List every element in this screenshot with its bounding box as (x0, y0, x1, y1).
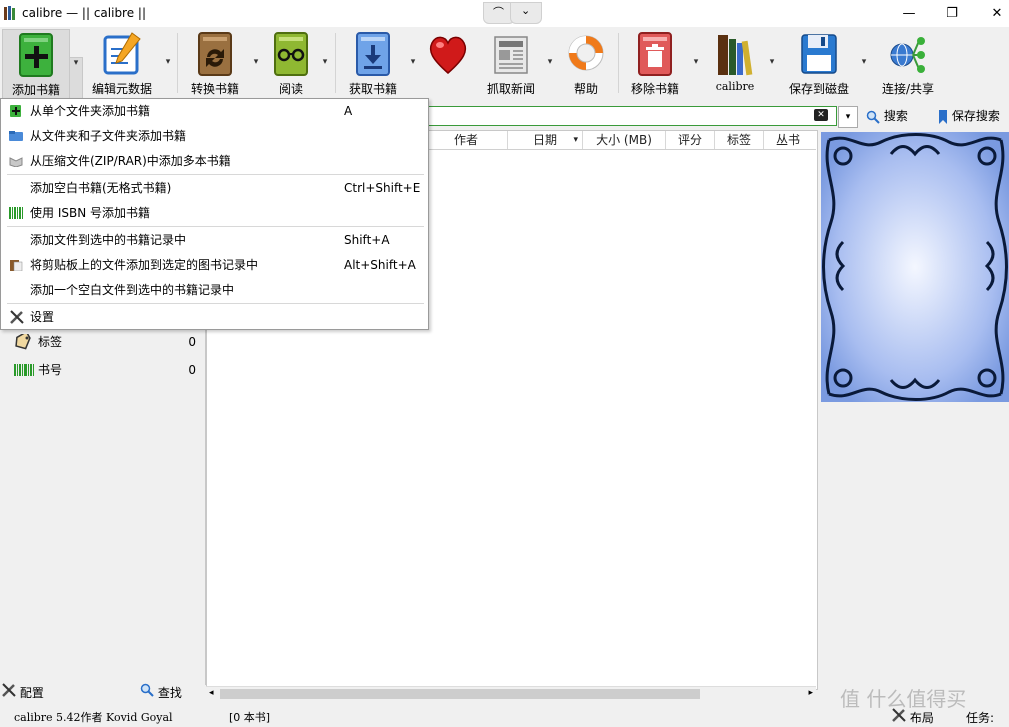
help-button[interactable]: 帮助 (560, 29, 612, 97)
get-books-button[interactable]: 获取书籍 (342, 29, 404, 97)
menu-item-settings[interactable]: 设置 (1, 305, 428, 329)
menu-item-add-by-isbn[interactable]: 使用 ISBN 号添加书籍 (1, 201, 428, 225)
menu-item-add-empty-book[interactable]: 添加空白书籍(无格式书籍) Ctrl+Shift+E (1, 176, 428, 200)
quick-access-right[interactable]: ⌄ (510, 2, 542, 24)
get-books-icon (356, 32, 390, 76)
column-header-size[interactable]: 大小 (MB) (583, 131, 666, 149)
menu-item-add-from-archive[interactable]: 从压缩文件(ZIP/RAR)中添加多本书籍 (1, 149, 428, 173)
minimize-button[interactable]: — (886, 0, 932, 27)
connect-share-icon (890, 37, 925, 73)
book-list-header: 作者 日期 ▾ 大小 (MB) 评分 标签 丛书 (425, 131, 816, 150)
add-books-button[interactable]: 添加书籍 (2, 29, 70, 99)
library-button[interactable]: calibre (706, 29, 764, 97)
help-lifebuoy-icon (568, 35, 604, 71)
menu-separator (7, 174, 424, 175)
tag-icon (15, 334, 31, 350)
edit-metadata-icon (103, 32, 141, 75)
version-label: calibre 5.42作者 Kovid Goyal (14, 711, 173, 724)
tag-browser-item-tags[interactable]: 标签 0 (10, 331, 200, 353)
column-header-date[interactable]: 日期 ▾ (508, 131, 583, 149)
donate-heart-icon (429, 36, 467, 74)
save-to-disk-dropdown[interactable]: ▾ (858, 57, 870, 67)
folder-icon (9, 131, 23, 141)
library-dropdown[interactable]: ▾ (766, 57, 778, 67)
convert-books-dropdown[interactable]: ▾ (250, 57, 262, 67)
scroll-right-icon[interactable]: ▸ (808, 688, 813, 698)
horizontal-scrollbar[interactable]: ◂ ▸ (206, 686, 816, 701)
add-book-icon (19, 33, 53, 77)
find-button[interactable]: 查找 (140, 683, 182, 701)
convert-books-button[interactable]: 转换书籍 (184, 29, 246, 97)
menu-separator (7, 303, 424, 304)
sort-arrow-icon: ▾ (573, 135, 578, 145)
read-book-icon (274, 32, 308, 76)
remove-books-icon (638, 32, 672, 76)
column-header-author[interactable]: 作者 (425, 131, 508, 149)
search-button[interactable]: 搜索 (866, 107, 908, 124)
scrollbar-thumb[interactable] (220, 689, 700, 699)
tag-count: 0 (188, 335, 196, 349)
cover-preview[interactable] (821, 132, 1009, 402)
save-to-disk-icon (801, 34, 837, 74)
read-book-button[interactable]: 阅读 (266, 29, 316, 97)
save-search-button[interactable]: 保存搜索 (938, 107, 1000, 124)
search-icon (140, 683, 154, 700)
toolbar-separator (335, 33, 336, 93)
fetch-news-dropdown[interactable]: ▾ (544, 57, 556, 67)
clear-search-icon[interactable]: ✕ (814, 109, 828, 121)
remove-books-dropdown[interactable]: ▾ (690, 57, 702, 67)
configure-button[interactable]: 配置 (2, 683, 44, 701)
barcode-icon (9, 207, 23, 219)
menu-item-add-from-subfolders[interactable]: 从文件夹和子文件夹添加书籍 (1, 124, 428, 148)
menu-item-add-files-to-selected[interactable]: 添加文件到选中的书籍记录中 Shift+A (1, 228, 428, 252)
add-book-icon (10, 105, 21, 117)
toolbar-separator (618, 33, 619, 93)
scroll-left-icon[interactable]: ◂ (209, 688, 214, 698)
clipboard-icon (10, 260, 23, 271)
column-header-series[interactable]: 丛书 (764, 131, 812, 149)
book-count: [0 本书] (229, 711, 271, 724)
menu-item-add-from-folder[interactable]: 从单个文件夹添加书籍 A (1, 99, 428, 123)
watermark: 值 什么值得买 (840, 687, 967, 711)
menu-separator (7, 226, 424, 227)
column-header-rating[interactable]: 评分 (666, 131, 715, 149)
edit-metadata-dropdown[interactable]: ▾ (162, 57, 174, 67)
menu-item-add-from-clipboard[interactable]: 将剪贴板上的文件添加到选定的图书记录中 Alt+Shift+A (1, 253, 428, 277)
connect-share-button[interactable]: 连接/共享 (874, 29, 942, 97)
search-input[interactable] (425, 106, 837, 126)
remove-books-button[interactable]: 移除书籍 (624, 29, 686, 97)
column-header-tags[interactable]: 标签 (715, 131, 764, 149)
tools-icon (2, 683, 16, 700)
search-icon (866, 110, 880, 124)
settings-icon (10, 310, 24, 324)
library-icon (718, 35, 753, 76)
close-button[interactable]: ✕ (974, 0, 1009, 27)
isbn-count: 0 (188, 363, 196, 377)
barcode-icon (14, 364, 34, 376)
tag-browser-item-isbn[interactable]: 书号 0 (10, 359, 200, 381)
donate-button[interactable] (420, 29, 476, 97)
save-to-disk-button[interactable]: 保存到磁盘 (784, 29, 854, 97)
window-title: calibre — || calibre || (22, 6, 147, 20)
edit-metadata-button[interactable]: 编辑元数据 (86, 29, 158, 97)
search-history-dropdown[interactable]: ▾ (838, 106, 858, 128)
main-toolbar: 添加书籍 ▾ 编辑元数据 ▾ 转换书籍 ▾ 阅读 ▾ 获取书籍 ▾ 抓取新闻 ▾… (0, 27, 1009, 99)
maximize-button[interactable]: ❐ (929, 0, 975, 27)
convert-book-icon (198, 32, 232, 76)
get-books-dropdown[interactable]: ▾ (407, 57, 419, 67)
add-books-dropdown[interactable]: ▾ (69, 57, 83, 99)
read-book-dropdown[interactable]: ▾ (319, 57, 331, 67)
add-books-menu: 从单个文件夹添加书籍 A 从文件夹和子文件夹添加书籍 从压缩文件(ZIP/RAR… (0, 98, 429, 330)
jobs-label[interactable]: 任务: (966, 709, 994, 726)
calibre-app-icon (4, 6, 15, 20)
toolbar-separator (177, 33, 178, 93)
fetch-news-icon (494, 36, 528, 74)
bookmark-icon (938, 109, 948, 124)
menu-item-add-empty-file-to-selected[interactable]: 添加一个空白文件到选中的书籍记录中 (1, 278, 428, 302)
archive-icon (9, 157, 23, 167)
title-bar: calibre — || calibre || ⌒ ⌄ — ❐ ✕ (0, 0, 1009, 27)
fetch-news-button[interactable]: 抓取新闻 (482, 29, 540, 97)
